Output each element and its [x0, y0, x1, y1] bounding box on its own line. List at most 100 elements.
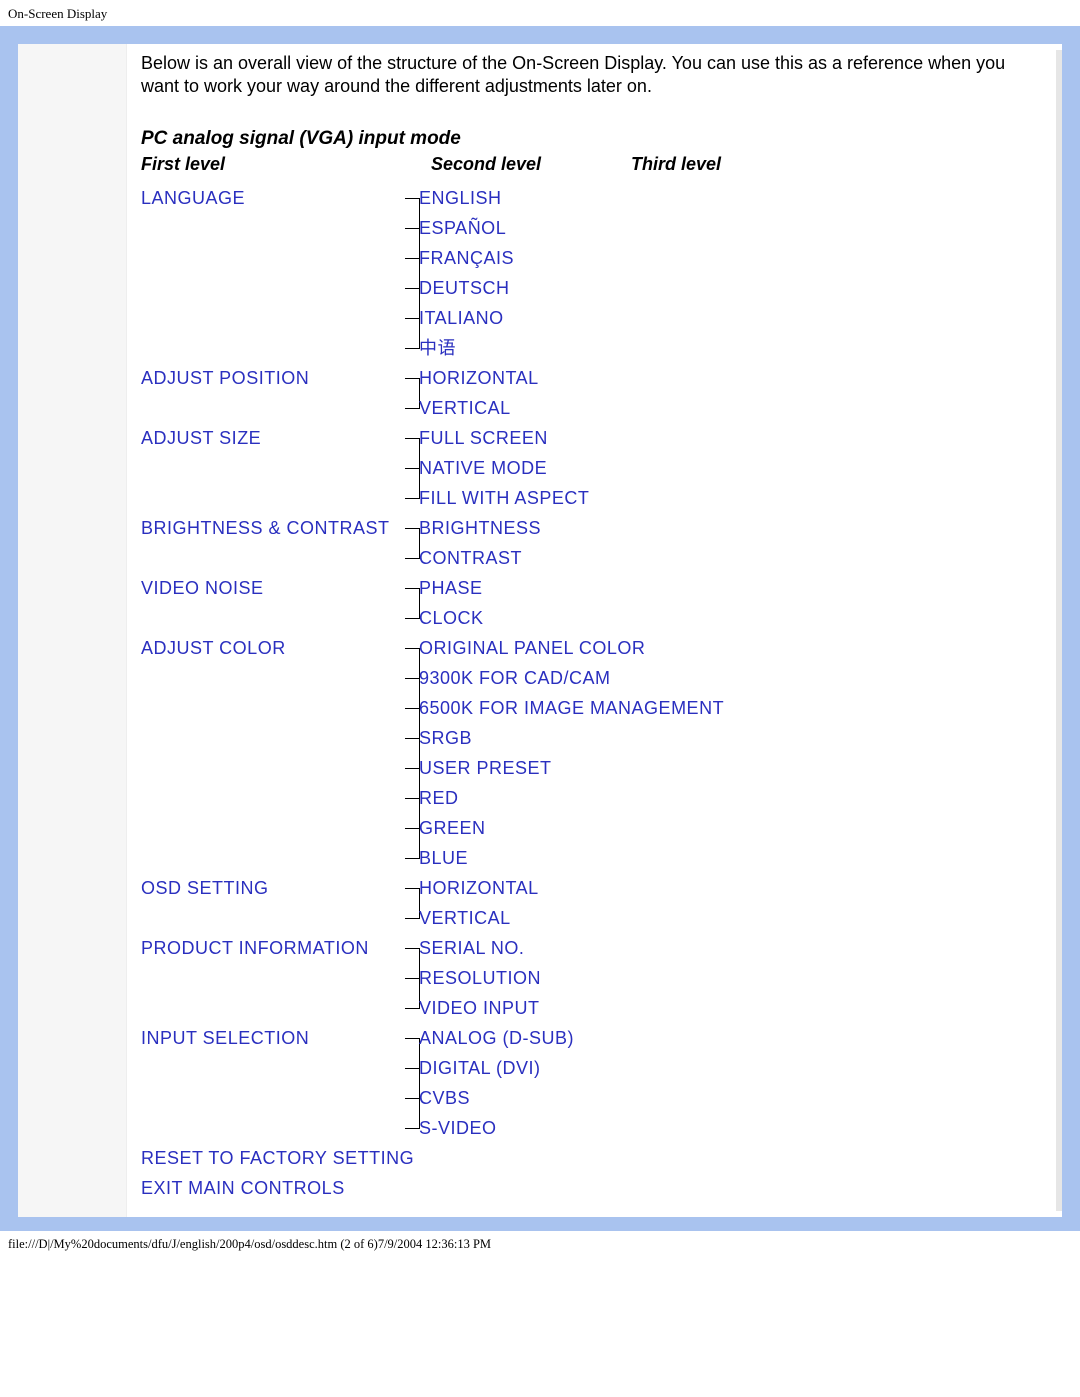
second-level-list: HORIZONTAL VERTICAL: [419, 873, 539, 933]
second-level-label: FILL WITH ASPECT: [419, 488, 589, 508]
second-level-item: VIDEO INPUT: [419, 993, 541, 1023]
second-level-item: RESOLUTION: [419, 963, 541, 993]
second-level-item: CLOCK: [419, 603, 484, 633]
second-level-label: HORIZONTAL: [419, 368, 539, 388]
third-level-list: REDGREENBLUE: [419, 783, 724, 873]
second-level-label: NATIVE MODE: [419, 458, 547, 478]
second-level-label: BRIGHTNESS: [419, 518, 541, 538]
second-level-item: 6500K FOR IMAGE MANAGEMENT: [419, 693, 724, 723]
second-level-label: S-VIDEO: [419, 1118, 497, 1138]
second-level-item: BRIGHTNESS: [419, 513, 541, 543]
outer-frame: Below is an overall view of the structur…: [0, 26, 1080, 1231]
first-level-item: PRODUCT INFORMATIONSERIAL NO. RESOLUTION V…: [141, 933, 1040, 1023]
second-level-list: HORIZONTAL VERTICAL: [419, 363, 539, 423]
header-third-level: Third level: [631, 154, 721, 175]
intro-text: Below is an overall view of the structur…: [141, 52, 1034, 98]
second-level-label: ENGLISH: [419, 188, 502, 208]
second-level-label: FRANÇAIS: [419, 248, 514, 268]
second-level-label: ORIGINAL PANEL COLOR: [419, 638, 645, 658]
second-level-item: 9300K FOR CAD/CAM: [419, 663, 724, 693]
second-level-label: VIDEO INPUT: [419, 998, 540, 1018]
second-level-label: ESPAÑOL: [419, 218, 506, 238]
second-level-item: VERTICAL: [419, 903, 539, 933]
first-level-label: LANGUAGE: [141, 183, 419, 213]
second-level-label: CVBS: [419, 1088, 470, 1108]
second-level-item: CVBS: [419, 1083, 574, 1113]
third-level-item: RED: [419, 783, 724, 813]
second-level-label: ANALOG (D-SUB): [419, 1028, 574, 1048]
second-level-item: ENGLISH: [419, 183, 514, 213]
second-level-item: ITALIANO: [419, 303, 514, 333]
second-level-label: 中语: [419, 338, 456, 358]
second-level-label: 6500K FOR IMAGE MANAGEMENT: [419, 698, 724, 718]
first-level-label: RESET TO FACTORY SETTING: [141, 1143, 1040, 1173]
second-level-label: CLOCK: [419, 608, 484, 628]
second-level-item: CONTRAST: [419, 543, 541, 573]
second-level-label: PHASE: [419, 578, 483, 598]
second-level-list: ENGLISH ESPAÑOL FRANÇAIS DEUTSCH ITALIANO 中语: [419, 183, 514, 363]
first-level-item: ADJUST POSITIONHORIZONTAL VERTICAL: [141, 363, 1040, 423]
third-level-item: BLUE: [419, 843, 724, 873]
second-level-label: USER PRESET: [419, 758, 552, 778]
first-level-label: VIDEO NOISE: [141, 573, 419, 603]
first-level-label: INPUT SELECTION: [141, 1023, 419, 1053]
osd-tree: LANGUAGEENGLISH ESPAÑOL FRANÇAIS DEUTSCH ITA…: [141, 183, 1040, 1203]
second-level-list: ANALOG (D-SUB) DIGITAL (DVI) CVBS S-VIDEO: [419, 1023, 574, 1143]
footer-path: file:///D|/My%20documents/dfu/J/english/…: [0, 1231, 1080, 1262]
second-level-list: PHASE CLOCK: [419, 573, 484, 633]
second-level-item: sRGB: [419, 723, 724, 753]
second-level-item: USER PRESET REDGREENBLUE: [419, 753, 724, 873]
second-level-label: ITALIANO: [419, 308, 504, 328]
second-level-label: DIGITAL (DVI): [419, 1058, 541, 1078]
first-level-item: ADJUST COLORORIGINAL PANEL COLOR 9300K FO…: [141, 633, 1040, 873]
second-level-item: HORIZONTAL: [419, 363, 539, 393]
second-level-item: PHASE: [419, 573, 484, 603]
scrollbar[interactable]: [1056, 50, 1062, 1211]
second-level-item: DEUTSCH: [419, 273, 514, 303]
first-level-item: EXIT MAIN CONTROLS: [141, 1173, 1040, 1203]
first-level-label: ADJUST POSITION: [141, 363, 419, 393]
second-level-item: FULL SCREEN: [419, 423, 589, 453]
second-level-label: CONTRAST: [419, 548, 522, 568]
second-level-item: S-VIDEO: [419, 1113, 574, 1143]
header-second-level: Second level: [431, 154, 631, 175]
second-level-item: ORIGINAL PANEL COLOR: [419, 633, 724, 663]
mode-title: PC analog signal (VGA) input mode: [141, 128, 1040, 150]
second-level-label: HORIZONTAL: [419, 878, 539, 898]
second-level-label: VERTICAL: [419, 908, 511, 928]
first-level-label: PRODUCT INFORMATION: [141, 933, 419, 963]
second-level-item: VERTICAL: [419, 393, 539, 423]
second-level-label: DEUTSCH: [419, 278, 510, 298]
second-level-label: FULL SCREEN: [419, 428, 548, 448]
second-level-item: HORIZONTAL: [419, 873, 539, 903]
second-level-item: SERIAL NO.: [419, 933, 541, 963]
second-level-item: NATIVE MODE: [419, 453, 589, 483]
first-level-item: LANGUAGEENGLISH ESPAÑOL FRANÇAIS DEUTSCH ITA…: [141, 183, 1040, 363]
second-level-list: SERIAL NO. RESOLUTION VIDEO INPUT: [419, 933, 541, 1023]
first-level-item: VIDEO NOISEPHASE CLOCK: [141, 573, 1040, 633]
first-level-label: BRIGHTNESS & CONTRAST: [141, 513, 419, 543]
second-level-label: 9300K FOR CAD/CAM: [419, 668, 611, 688]
second-level-item: FILL WITH ASPECT: [419, 483, 589, 513]
second-level-list: FULL SCREEN NATIVE MODE FILL WITH ASPECT: [419, 423, 589, 513]
first-level-item: BRIGHTNESS & CONTRASTBRIGHTNESS CONTRAST: [141, 513, 1040, 573]
first-level-label: ADJUST COLOR: [141, 633, 419, 663]
page-title: On-Screen Display: [0, 0, 1080, 26]
second-level-label: VERTICAL: [419, 398, 511, 418]
first-level-label: ADJUST SIZE: [141, 423, 419, 453]
first-level-item: INPUT SELECTIONANALOG (D-SUB) DIGITAL (DV…: [141, 1023, 1040, 1143]
second-level-item: ESPAÑOL: [419, 213, 514, 243]
first-level-item: OSD SETTINGHORIZONTAL VERTICAL: [141, 873, 1040, 933]
first-level-item: ADJUST SIZEFULL SCREEN NATIVE MODE FILL WI…: [141, 423, 1040, 513]
second-level-item: ANALOG (D-SUB): [419, 1023, 574, 1053]
second-level-label: RESOLUTION: [419, 968, 541, 988]
second-level-item: 中语: [419, 333, 514, 363]
second-level-list: BRIGHTNESS CONTRAST: [419, 513, 541, 573]
content-pane: Below is an overall view of the structur…: [127, 44, 1062, 1217]
second-level-item: DIGITAL (DVI): [419, 1053, 574, 1083]
first-level-label: OSD SETTING: [141, 873, 419, 903]
second-level-label: SERIAL NO.: [419, 938, 524, 958]
left-gutter: [18, 44, 127, 1217]
header-first-level: First level: [141, 154, 431, 175]
third-level-item: GREEN: [419, 813, 724, 843]
